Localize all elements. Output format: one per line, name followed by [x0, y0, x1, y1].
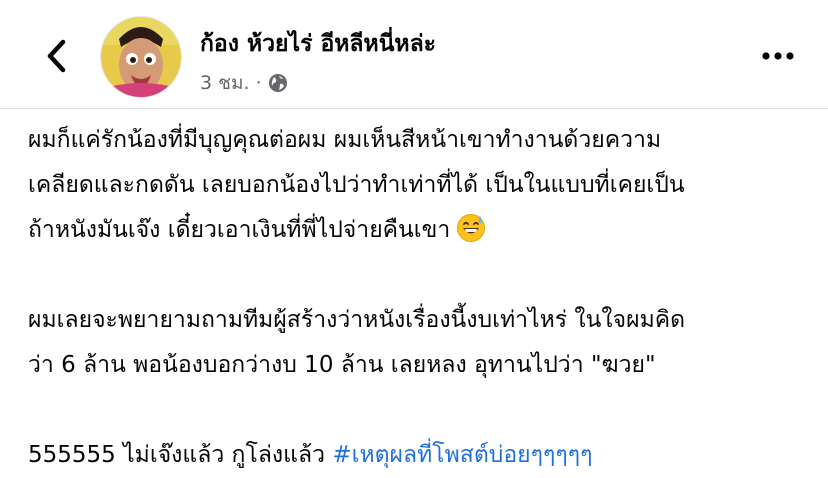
post-line: ผมเลยจะพยายามถามทีมผู้สร้างว่าหนังเรื่อง…	[28, 307, 686, 333]
post-line: ถ้าหนังมันเจ๊ง เดี๋ยวเอาเงินที่พี่ไปจ่าย…	[28, 208, 818, 253]
grinning-sweat-emoji	[457, 214, 486, 242]
more-dots-icon	[762, 52, 794, 60]
header-divider	[0, 108, 828, 109]
post-meta: 3 ชม. ·	[200, 68, 288, 98]
post-line-text: 555555 ไม่เจ๊งแล้ว กูโล่งแล้ว	[28, 442, 333, 468]
post-line: เคลียดและกดดัน เลยบอกน้องไปว่าทำเท่าที่ไ…	[28, 172, 685, 198]
more-options-button[interactable]	[758, 42, 798, 70]
back-button[interactable]	[38, 38, 74, 74]
post-header: ก้อง ห้วยไร่ อีหลีหนี่หล่ะ 3 ชม. ·	[0, 0, 828, 108]
author-name[interactable]: ก้อง ห้วยไร่ อีหลีหนี่หล่ะ	[200, 26, 436, 62]
timestamp[interactable]: 3 ชม.	[200, 68, 250, 98]
post-line: ว่า 6 ล้าน พอน้องบอกว่างบ 10 ล้าน เลยหลง…	[28, 352, 656, 378]
post-line: 555555 ไม่เจ๊งแล้ว กูโล่งแล้ว #เหตุผลที่…	[28, 433, 818, 478]
hashtag-link[interactable]: #เหตุผลที่โพสต์บ่อยๆๆๆๆๆ	[332, 442, 592, 468]
separator: ·	[255, 72, 262, 94]
post-line: ผมก็แค่รักน้องที่มีบุญคุณต่อผม ผมเห็นสีห…	[28, 127, 662, 153]
chevron-left-icon	[47, 39, 66, 73]
post-line-text: ถ้าหนังมันเจ๊ง เดี๋ยวเอาเงินที่พี่ไปจ่าย…	[28, 217, 451, 243]
avatar[interactable]	[100, 16, 182, 98]
post-body: ผมก็แค่รักน้องที่มีบุญคุณต่อผม ผมเห็นสีห…	[28, 118, 818, 478]
globe-icon	[268, 74, 287, 92]
